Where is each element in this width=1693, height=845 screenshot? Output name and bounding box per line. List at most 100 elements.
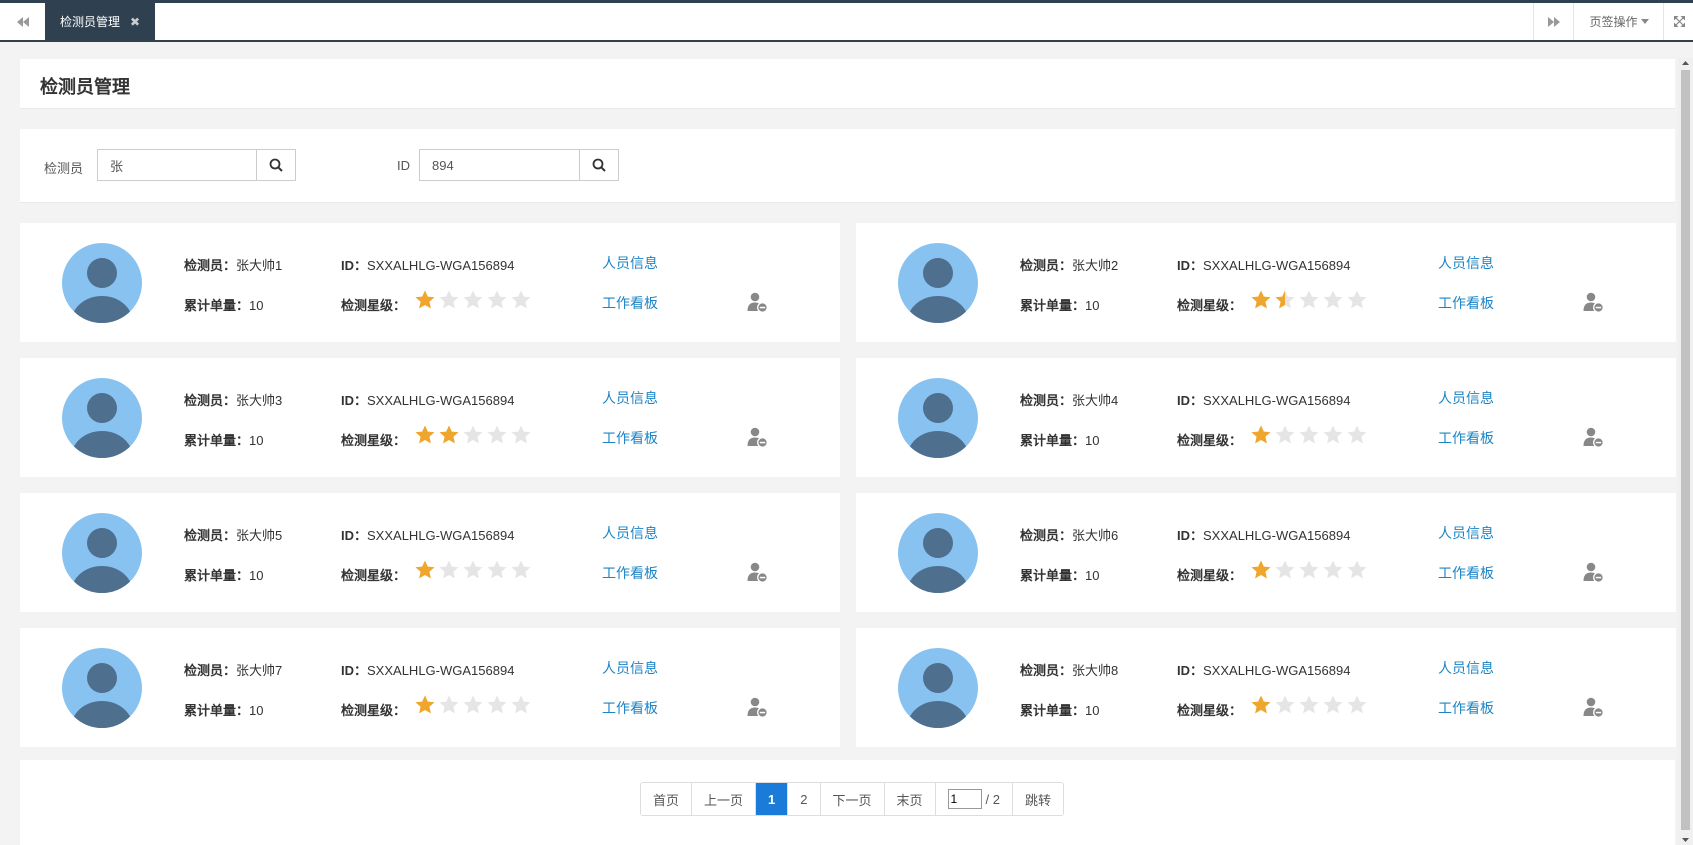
inspector-id-label: ID： (341, 393, 368, 408)
jump-button[interactable]: 跳转 (1013, 783, 1064, 815)
inspector-card: 检测员：张大帅1 累计单量：10 ID：SXXALHLG-WGA156894 检测星级… (20, 223, 840, 342)
tab-inspector-management[interactable]: 检测员管理 ✖ (45, 3, 155, 40)
user-remove-icon (747, 562, 768, 583)
star-icon (487, 290, 507, 309)
star-icon (1275, 425, 1295, 444)
double-chevron-left-icon (16, 16, 29, 27)
order-count-value: 10 (1085, 298, 1100, 313)
remove-user-button[interactable] (746, 291, 768, 313)
work-board-link[interactable]: 工作看板 (602, 293, 658, 313)
inspector-name-label: 检测员： (184, 528, 237, 543)
order-count-value: 10 (249, 568, 264, 583)
fullscreen-button[interactable] (1663, 3, 1693, 40)
star-icon (439, 560, 459, 579)
star-icon (511, 560, 531, 579)
star-icon (1251, 425, 1271, 444)
star-icon (463, 425, 483, 444)
work-board-link[interactable]: 工作看板 (602, 698, 658, 718)
inspector-id-value: SXXALHLG-WGA156894 (1203, 663, 1351, 678)
person-info-link[interactable]: 人员信息 (1438, 253, 1494, 273)
star-icon (1323, 560, 1343, 579)
star-icon (1347, 695, 1367, 714)
avatar (898, 378, 978, 458)
user-remove-icon (1583, 697, 1604, 718)
remove-user-button[interactable] (746, 696, 768, 718)
avatar (62, 243, 142, 323)
work-board-link[interactable]: 工作看板 (1438, 428, 1494, 448)
inspector-name: 检测员：张大帅8 (1020, 660, 1118, 679)
inspector-search-input[interactable] (97, 149, 257, 181)
work-board-link[interactable]: 工作看板 (602, 428, 658, 448)
avatar (898, 648, 978, 728)
star-icon (1251, 695, 1271, 714)
order-count: 累计单量：10 (1020, 430, 1099, 449)
person-info-link[interactable]: 人员信息 (1438, 658, 1494, 678)
inspector-id: ID：SXXALHLG-WGA156894 (341, 255, 514, 274)
scrollbar[interactable] (1678, 58, 1693, 845)
last-page-button[interactable]: 末页 (884, 783, 936, 815)
first-page-button[interactable]: 首页 (641, 783, 693, 815)
search-panel: 检测员 ID (20, 129, 1675, 203)
id-search-input[interactable] (419, 149, 580, 181)
person-info-link[interactable]: 人员信息 (602, 658, 658, 678)
star-icon (511, 425, 531, 444)
scroll-tabs-right-button[interactable] (1533, 3, 1575, 40)
inspector-card: 检测员：张大帅2 累计单量：10 ID：SXXALHLG-WGA156894 检测星级… (856, 223, 1676, 342)
close-tab-icon[interactable]: ✖ (130, 15, 140, 29)
inspector-card: 检测员：张大帅4 累计单量：10 ID：SXXALHLG-WGA156894 检测星级… (856, 358, 1676, 477)
page-2-button[interactable]: 2 (788, 783, 821, 815)
star-rating (414, 289, 532, 311)
person-info-link[interactable]: 人员信息 (602, 253, 658, 273)
inspector-name-value: 张大帅8 (1072, 663, 1119, 678)
next-page-button[interactable]: 下一页 (820, 783, 885, 815)
scrollbar-thumb[interactable] (1681, 70, 1690, 830)
user-avatar-icon (907, 393, 969, 458)
star-rating (1250, 289, 1368, 311)
inspector-card: 检测员：张大帅8 累计单量：10 ID：SXXALHLG-WGA156894 检测星级… (856, 628, 1676, 747)
scroll-down-arrow-icon[interactable] (1678, 835, 1693, 845)
inspector-name: 检测员：张大帅3 (184, 390, 282, 409)
person-info-link[interactable]: 人员信息 (1438, 523, 1494, 543)
work-board-link[interactable]: 工作看板 (602, 563, 658, 583)
id-search-button[interactable] (579, 149, 619, 181)
page-1-button[interactable]: 1 (756, 783, 789, 815)
inspector-name-label: 检测员： (184, 663, 237, 678)
total-pages: / 2 (985, 791, 1000, 807)
work-board-link[interactable]: 工作看板 (1438, 698, 1494, 718)
tab-label: 检测员管理 (59, 15, 120, 29)
prev-page-button[interactable]: 上一页 (692, 783, 757, 815)
inspector-id: ID：SXXALHLG-WGA156894 (341, 660, 514, 679)
work-board-link[interactable]: 工作看板 (1438, 563, 1494, 583)
person-info-link[interactable]: 人员信息 (602, 523, 658, 543)
star-icon (439, 695, 459, 714)
remove-user-button[interactable] (1582, 426, 1604, 448)
person-info-link[interactable]: 人员信息 (1438, 388, 1494, 408)
star-icon (439, 425, 459, 444)
scroll-up-arrow-icon[interactable] (1678, 58, 1693, 68)
person-info-link[interactable]: 人员信息 (602, 388, 658, 408)
remove-user-button[interactable] (746, 426, 768, 448)
star-icon (1275, 290, 1295, 309)
inspector-name-value: 张大帅5 (236, 528, 283, 543)
page-number-input[interactable] (947, 789, 982, 809)
star-icon (463, 695, 483, 714)
inspector-search-button[interactable] (256, 149, 296, 181)
avatar (898, 243, 978, 323)
avatar (62, 378, 142, 458)
inspector-id-value: SXXALHLG-WGA156894 (367, 528, 515, 543)
order-count: 累计单量：10 (1020, 700, 1099, 719)
page-ops-dropdown[interactable]: 页签操作 (1573, 3, 1664, 40)
inspector-card: 检测员：张大帅5 累计单量：10 ID：SXXALHLG-WGA156894 检测星级… (20, 493, 840, 612)
inspector-id-label: ID： (341, 528, 368, 543)
remove-user-button[interactable] (1582, 291, 1604, 313)
remove-user-button[interactable] (746, 561, 768, 583)
inspector-name-label: 检测员： (1020, 528, 1073, 543)
inspector-id-value: SXXALHLG-WGA156894 (367, 663, 515, 678)
remove-user-button[interactable] (1582, 561, 1604, 583)
work-board-link[interactable]: 工作看板 (1438, 293, 1494, 313)
scroll-tabs-left-button[interactable] (0, 3, 46, 40)
remove-user-button[interactable] (1582, 696, 1604, 718)
order-count-value: 10 (249, 433, 264, 448)
rating-label: 检测星级： (1177, 568, 1243, 583)
user-avatar-icon (907, 528, 969, 593)
